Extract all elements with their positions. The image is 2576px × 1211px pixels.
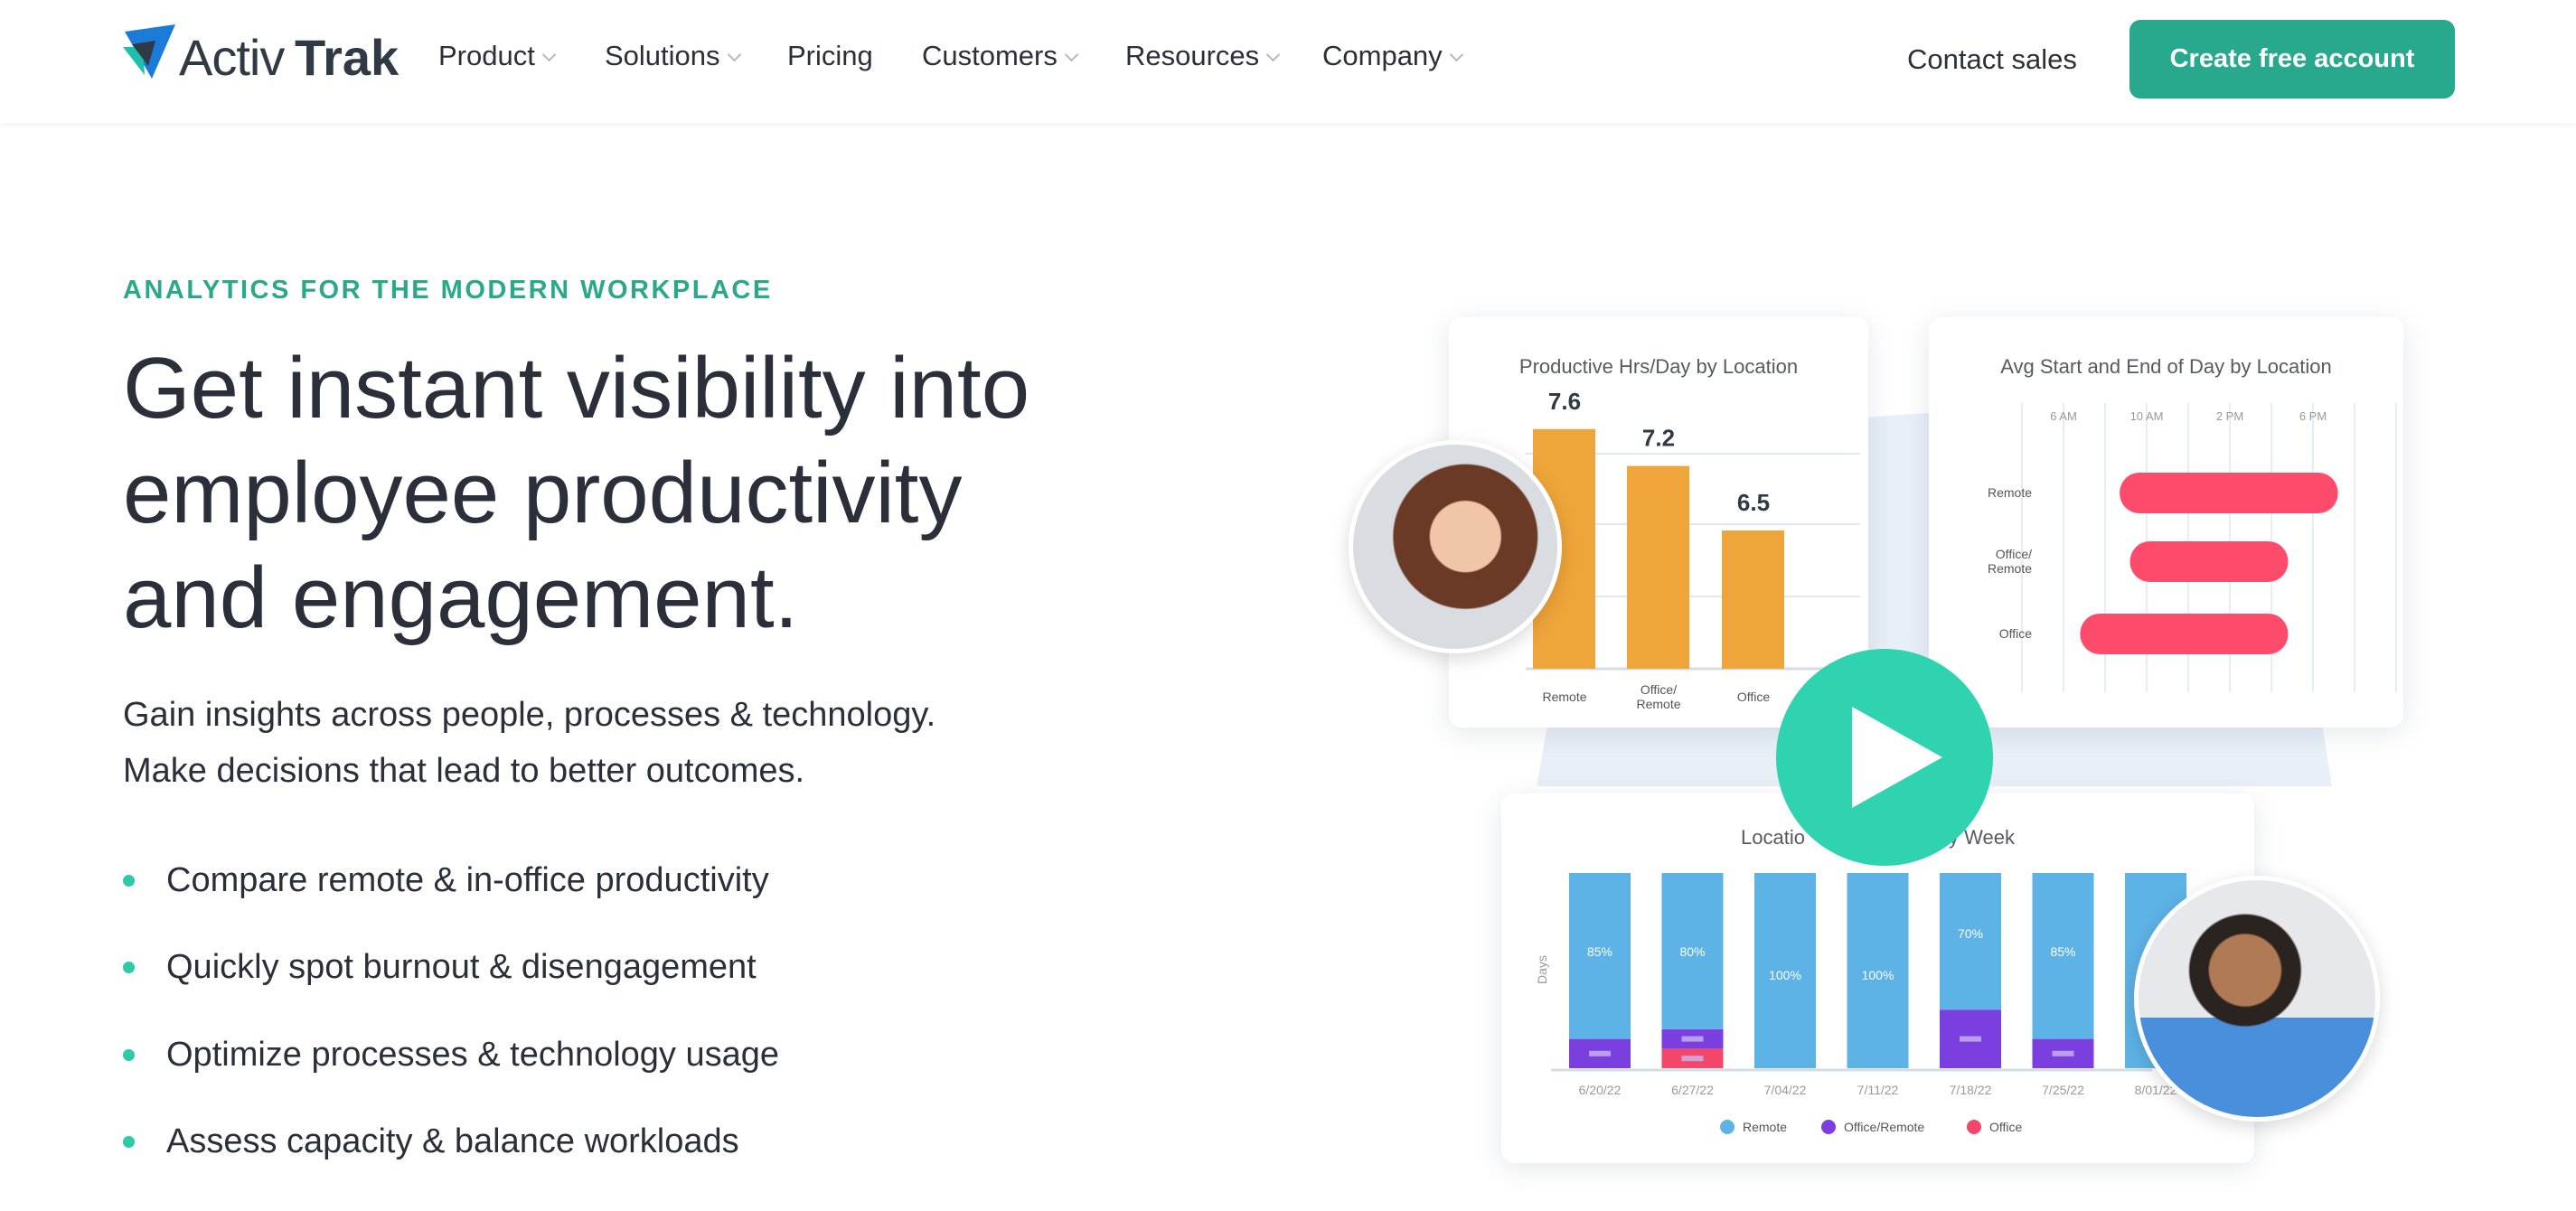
chevron-down-icon — [541, 47, 557, 62]
hero-subtitle: Gain insights across people, processes &… — [123, 687, 935, 799]
x-tick-label: 7/18/22 — [1950, 1083, 1992, 1097]
nav-item-pricing[interactable]: Pricing — [787, 40, 873, 72]
bullet-dot-icon — [123, 875, 135, 887]
start-end-day-card: Avg Start and End of Day by Location 6 A… — [1929, 317, 2403, 728]
y-axis-label: Days — [1535, 955, 1549, 984]
y-tick-label: Remote — [1988, 485, 2032, 500]
create-free-account-button[interactable]: Create free account — [2129, 20, 2455, 99]
headline-line: Get instant visibility into — [123, 340, 1030, 437]
y-tick-label: Remote — [1988, 561, 2032, 576]
headline-line: and engagement. — [123, 549, 799, 646]
legend-label: Remote — [1743, 1120, 1787, 1134]
x-tick-label: 6/27/22 — [1671, 1083, 1714, 1097]
top-navigation: Activ Trak Product Solutions Pricing Custom… — [0, 0, 2576, 123]
legend-swatch — [1967, 1120, 1981, 1134]
nav-item-solutions[interactable]: Solutions — [605, 40, 741, 72]
play-video-button[interactable] — [1776, 649, 1993, 866]
start-end-day-chart: 6 AM 10 AM 2 PM 6 PMRemoteOffice/RemoteOffi… — [1988, 403, 2397, 692]
x-tick-label: Office — [1737, 690, 1771, 704]
chevron-down-icon — [1449, 47, 1463, 62]
x-tick-label: Remote — [1636, 697, 1680, 711]
subtitle-line: Make decisions that lead to better outco… — [123, 752, 805, 790]
bullet-text: Optimize processes & technology usage — [166, 1036, 780, 1074]
segment-label-placeholder — [1681, 1036, 1704, 1042]
nav-item-label: Resources — [1125, 40, 1260, 71]
feature-bullet: Quickly spot burnout & disengagement — [123, 948, 757, 987]
data-label: 7.6 — [1548, 388, 1581, 415]
chevron-down-icon — [727, 47, 741, 62]
bar — [1722, 530, 1784, 669]
bullet-dot-icon — [123, 1136, 135, 1148]
legend-swatch — [1821, 1120, 1836, 1134]
range-bar — [2120, 473, 2338, 513]
legend-label: Office/Remote — [1844, 1120, 1924, 1134]
feature-bullet: Assess capacity & balance workloads — [123, 1122, 739, 1161]
woman-photo — [1349, 440, 1562, 653]
x-tick-label: 7/11/22 — [1857, 1083, 1899, 1097]
x-tick-label: Remote — [1542, 690, 1586, 704]
x-tick-label: 6/20/22 — [1579, 1083, 1622, 1097]
bullet-text: Quickly spot burnout & disengagement — [166, 948, 757, 986]
hero-headline: Get instant visibility into employee pro… — [123, 336, 1253, 651]
data-label: 7.2 — [1642, 425, 1675, 452]
nav-item-label: Customers — [922, 40, 1058, 71]
headline-line: employee productivity — [123, 445, 963, 541]
man-photo — [2134, 876, 2380, 1122]
x-tick-label: 7/25/22 — [2042, 1083, 2084, 1097]
eyebrow-text: ANALYTICS FOR THE MODERN WORKPLACE — [123, 276, 773, 305]
bullet-text: Compare remote & in-office productivity — [166, 861, 769, 899]
x-tick-label: 2 PM — [2216, 409, 2243, 423]
bar-segment-remote — [1940, 873, 2001, 1010]
subtitle-line: Gain insights across people, processes &… — [123, 696, 936, 734]
chevron-down-icon — [1064, 47, 1079, 62]
data-label: 6.5 — [1737, 489, 1770, 516]
data-label: 85% — [1587, 944, 1612, 959]
x-tick-label: 6 PM — [2299, 409, 2327, 423]
nav-item-label: Product — [438, 40, 535, 71]
x-tick-label: 6 AM — [2050, 409, 2077, 423]
x-tick-label: 10 AM — [2130, 409, 2164, 423]
segment-label-placeholder — [1589, 1050, 1611, 1056]
segment-label-placeholder — [2052, 1050, 2074, 1056]
data-label: 80% — [1679, 944, 1705, 959]
range-bar — [2129, 541, 2289, 582]
logo-text-light: Activ — [179, 29, 285, 86]
data-label: 100% — [1769, 968, 1801, 982]
chevron-down-icon — [1265, 47, 1281, 62]
data-label: 70% — [1958, 926, 1983, 941]
nav-item-label: Solutions — [605, 40, 720, 71]
x-tick-label: Office/ — [1641, 682, 1677, 697]
contact-sales-link[interactable]: Contact sales — [1907, 43, 2077, 76]
y-tick-label: Office/ — [1996, 547, 2032, 561]
logo-mark-icon — [123, 24, 175, 79]
bar — [1627, 465, 1689, 669]
data-label: 100% — [1862, 968, 1894, 982]
y-tick-label: Office — [1999, 626, 2033, 641]
x-tick-label: 7/04/22 — [1764, 1083, 1807, 1097]
bullet-dot-icon — [123, 1049, 135, 1061]
nav-item-company[interactable]: Company — [1322, 40, 1463, 72]
nav-item-resources[interactable]: Resources — [1125, 40, 1281, 72]
nav-item-customers[interactable]: Customers — [922, 40, 1079, 72]
legend-label: Office — [1989, 1120, 2023, 1134]
range-bar — [2080, 614, 2289, 654]
logo-text-bold: Trak — [295, 29, 400, 86]
nav-item-label: Pricing — [787, 40, 873, 71]
segment-label-placeholder — [1681, 1056, 1704, 1062]
segment-label-placeholder — [1960, 1036, 1981, 1042]
bullet-dot-icon — [123, 962, 135, 973]
data-label: 85% — [2050, 944, 2075, 959]
feature-bullet: Optimize processes & technology usage — [123, 1036, 779, 1075]
nav-item-product[interactable]: Product — [438, 40, 557, 72]
legend-swatch — [1720, 1120, 1735, 1134]
activtrak-logo[interactable]: Activ Trak — [123, 24, 403, 86]
play-icon — [1852, 707, 1942, 808]
nav-item-label: Company — [1322, 40, 1443, 71]
feature-bullet: Compare remote & in-office productivity — [123, 861, 769, 900]
bullet-text: Assess capacity & balance workloads — [166, 1122, 739, 1160]
